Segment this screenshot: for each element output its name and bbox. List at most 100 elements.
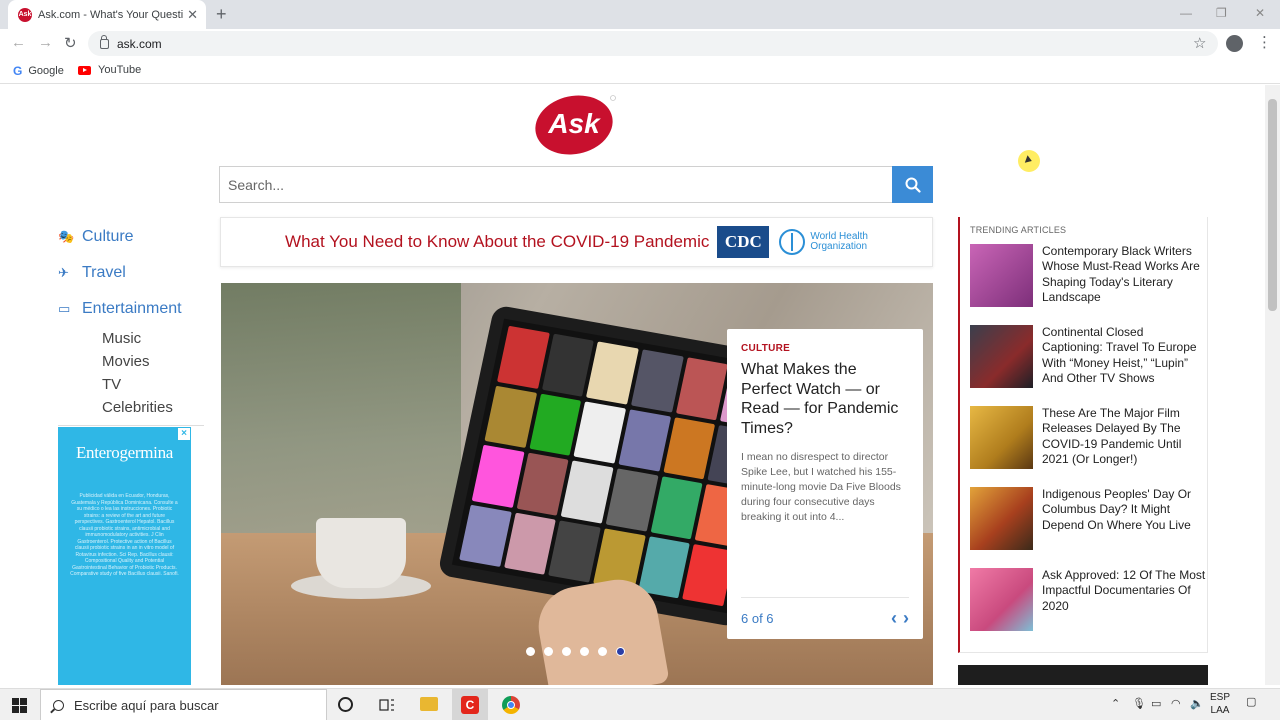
carousel-dot[interactable]	[616, 647, 625, 656]
carousel-dot[interactable]	[598, 647, 607, 656]
back-icon[interactable]: ←	[11, 34, 26, 51]
trending-thumbnail[interactable]	[970, 325, 1033, 388]
cdc-logo: CDC	[717, 226, 770, 258]
volume-icon[interactable]: 🔈	[1190, 697, 1204, 710]
tab-close-icon[interactable]: ✕	[187, 7, 198, 23]
trending-item[interactable]: Continental Closed Captioning: Travel To…	[970, 325, 1207, 406]
profile-icon[interactable]	[1226, 35, 1243, 52]
nav-item-culture[interactable]: 🎭 Culture	[58, 219, 204, 255]
trending-thumbnail[interactable]	[970, 568, 1033, 631]
address-bar[interactable]: ask.com	[88, 31, 1218, 56]
tablet-tile	[650, 476, 703, 539]
trending-thumbnail[interactable]	[970, 487, 1033, 550]
side-advertisement[interactable]: × Enterogermina Publicidad válida en Ecu…	[58, 427, 191, 685]
tablet-tile	[637, 535, 691, 599]
google-icon: G	[13, 64, 23, 78]
nav-item-travel[interactable]: ✈ Travel	[58, 255, 204, 291]
masks-icon: 🎭	[58, 229, 75, 244]
tray-chevron-up-icon[interactable]: ⌃	[1111, 697, 1120, 710]
subnav-movies[interactable]: Movies	[102, 350, 204, 373]
nav-item-entertainment[interactable]: ▭ Entertainment	[58, 291, 204, 327]
recorder-icon: C	[461, 696, 479, 714]
chrome-icon[interactable]	[502, 696, 520, 714]
carousel-dot[interactable]	[580, 647, 589, 656]
trending-title[interactable]: Contemporary Black Writers Whose Must-Re…	[1042, 244, 1207, 325]
reload-icon[interactable]: ↻	[64, 34, 77, 52]
bookmark-google[interactable]: G Google	[13, 64, 64, 78]
carousel-arrows: ‹ ›	[891, 608, 909, 629]
hero-carousel[interactable]: CULTURE What Makes the Perfect Watch — o…	[221, 283, 933, 685]
youtube-icon	[78, 65, 91, 75]
bottom-advertisement[interactable]	[958, 665, 1208, 685]
bookmark-youtube[interactable]: YouTube	[78, 64, 141, 76]
windows-start-icon[interactable]	[12, 698, 27, 713]
chevron-left-icon[interactable]: ‹	[891, 608, 897, 629]
maximize-icon[interactable]: ❐	[1216, 6, 1227, 20]
trending-thumbnail[interactable]	[970, 244, 1033, 307]
tablet-tile	[529, 393, 582, 456]
chevron-right-icon[interactable]: ›	[903, 608, 909, 629]
trending-title[interactable]: These Are The Major Film Releases Delaye…	[1042, 406, 1207, 487]
scrollbar-thumb[interactable]	[1268, 99, 1277, 311]
file-explorer-icon[interactable]	[420, 697, 438, 711]
hero-article-card[interactable]: CULTURE What Makes the Perfect Watch — o…	[727, 329, 923, 639]
wifi-icon[interactable]: ◠	[1171, 697, 1181, 710]
taskbar-app-active[interactable]: C	[452, 689, 488, 720]
entertainment-subnav: Music Movies TV Celebrities	[58, 327, 204, 426]
search-input[interactable]	[220, 167, 892, 202]
covid-banner[interactable]: What You Need to Know About the COVID-19…	[220, 217, 933, 267]
page-scrollbar[interactable]	[1265, 85, 1280, 685]
tablet-tile	[516, 452, 569, 516]
ask-favicon-icon: Ask	[18, 7, 32, 22]
trending-title[interactable]: Ask Approved: 12 Of The Most Impactful D…	[1042, 568, 1207, 649]
trending-thumbnail[interactable]	[970, 406, 1033, 469]
new-tab-icon[interactable]: +	[216, 4, 227, 25]
mouse-cursor	[1018, 150, 1040, 172]
minimize-icon[interactable]: —	[1180, 6, 1192, 20]
subnav-celebrities[interactable]: Celebrities	[102, 396, 204, 419]
tablet-tile	[675, 357, 729, 420]
carousel-dot[interactable]	[544, 647, 553, 656]
trending-item[interactable]: Ask Approved: 12 Of The Most Impactful D…	[970, 568, 1207, 649]
ad-close-icon[interactable]: ×	[178, 428, 190, 440]
tablet-tile	[484, 385, 537, 448]
notifications-icon[interactable]: ▢	[1246, 695, 1256, 708]
trending-title[interactable]: Indigenous Peoples' Day Or Columbus Day?…	[1042, 487, 1207, 568]
article-category[interactable]: CULTURE	[741, 343, 909, 354]
carousel-dot[interactable]	[562, 647, 571, 656]
tablet-tile	[586, 341, 639, 405]
ask-logo[interactable]: Ask	[534, 93, 616, 155]
subnav-tv[interactable]: TV	[102, 373, 204, 396]
trending-heading: TRENDING ARTICLES	[970, 225, 1067, 235]
cortana-icon[interactable]	[338, 697, 353, 712]
search-button[interactable]	[892, 166, 933, 203]
tablet-tile	[459, 504, 512, 567]
carousel-dot[interactable]	[526, 647, 535, 656]
tablet-tile	[471, 444, 525, 508]
window-close-icon[interactable]: ✕	[1255, 6, 1265, 20]
search-bar	[219, 166, 933, 203]
bookmark-star-icon[interactable]: ☆	[1193, 34, 1206, 52]
tablet-tile	[663, 416, 716, 480]
subnav-music[interactable]: Music	[102, 327, 204, 350]
tablet-tile	[503, 512, 557, 575]
category-nav: 🎭 Culture ✈ Travel ▭ Entertainment Music…	[58, 219, 204, 426]
bookmarks-bar: G Google YouTube	[0, 58, 1280, 84]
slide-counter: 6 of 6	[741, 611, 774, 626]
microphone-icon[interactable]: 🎙	[1132, 697, 1146, 710]
trending-item[interactable]: Contemporary Black Writers Whose Must-Re…	[970, 244, 1207, 325]
plane-icon: ✈	[58, 265, 69, 280]
taskbar-search[interactable]: Escribe aquí para buscar	[40, 689, 327, 720]
trending-item[interactable]: Indigenous Peoples' Day Or Columbus Day?…	[970, 487, 1207, 568]
trending-item[interactable]: These Are The Major Film Releases Delaye…	[970, 406, 1207, 487]
article-excerpt: I mean no disrespect to director Spike L…	[741, 451, 901, 523]
battery-icon[interactable]: ▭	[1151, 697, 1161, 710]
tablet-tile	[605, 468, 659, 532]
menu-kebab-icon[interactable]: ⋮	[1257, 33, 1272, 51]
forward-icon[interactable]: →	[38, 34, 53, 51]
trending-title[interactable]: Continental Closed Captioning: Travel To…	[1042, 325, 1207, 406]
article-headline[interactable]: What Makes the Perfect Watch — or Read —…	[741, 360, 909, 438]
task-view-icon[interactable]	[378, 696, 396, 714]
language-indicator[interactable]: ESP LAA	[1210, 691, 1230, 717]
browser-tab[interactable]: Ask Ask.com - What's Your Question? ✕	[8, 0, 206, 29]
